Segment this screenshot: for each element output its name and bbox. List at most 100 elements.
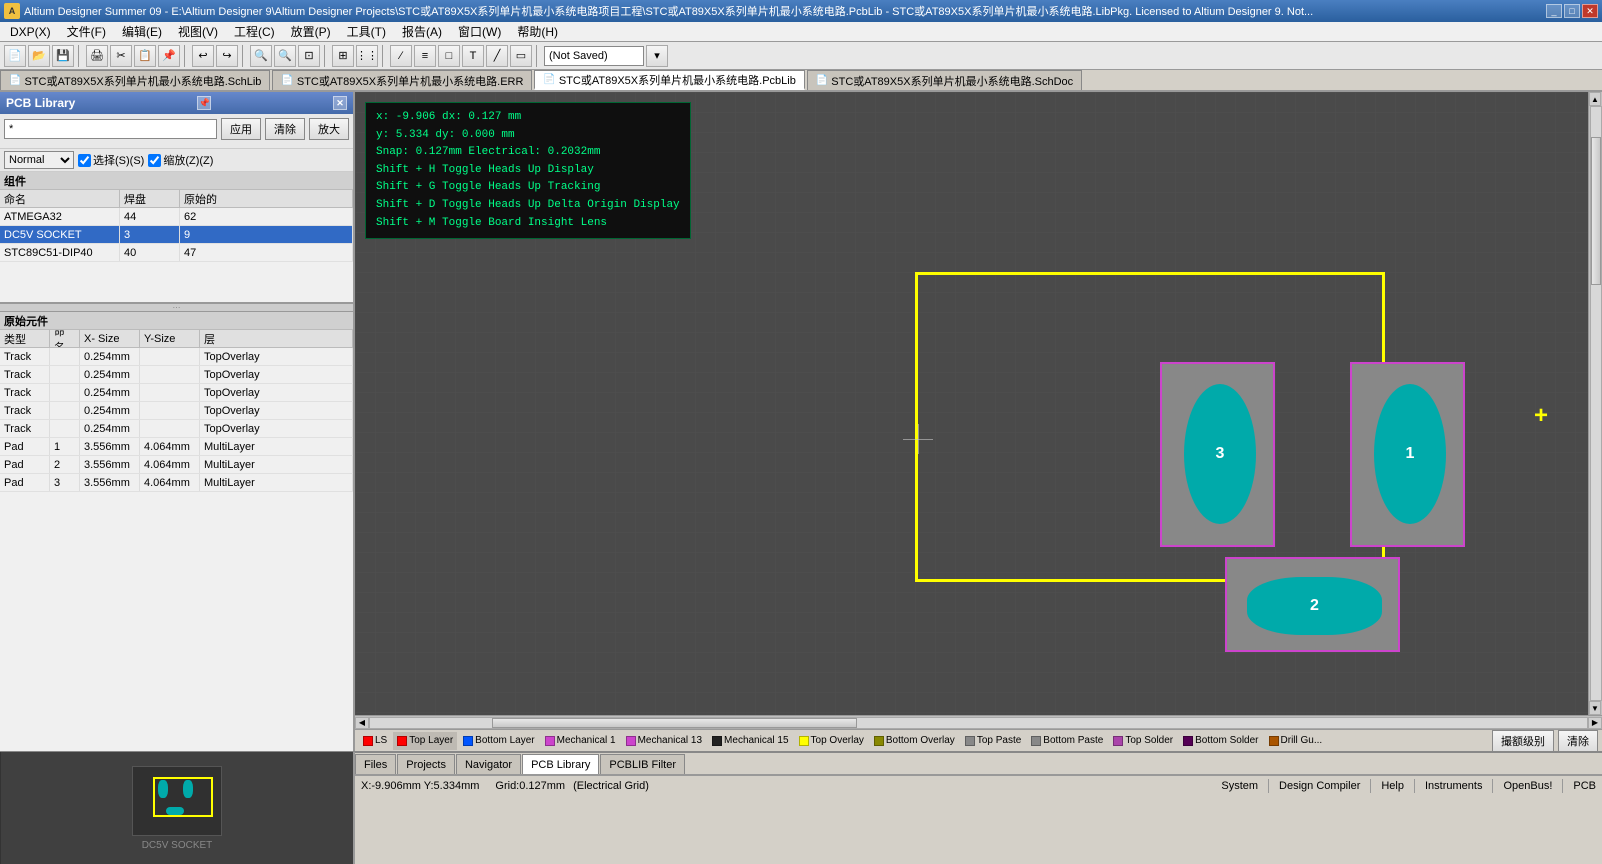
apply-button[interactable]: 应用 xyxy=(221,118,261,140)
layer-zoom-button[interactable]: 撮额级别 xyxy=(1492,730,1554,752)
status-design-compiler[interactable]: Design Compiler xyxy=(1279,780,1360,792)
window-controls[interactable]: _ □ ✕ xyxy=(1546,4,1598,18)
component-btn[interactable]: □ xyxy=(438,45,460,67)
menu-window[interactable]: 窗口(W) xyxy=(450,21,509,42)
tab-projects[interactable]: Projects xyxy=(397,754,455,774)
save-btn[interactable]: 💾 xyxy=(52,45,74,67)
status-system[interactable]: System xyxy=(1221,780,1258,792)
menu-dxp[interactable]: DXP(X) xyxy=(2,23,59,41)
layer-bottom-overlay[interactable]: Bottom Overlay xyxy=(870,732,959,750)
close-button[interactable]: ✕ xyxy=(1582,4,1598,18)
status-pcb[interactable]: PCB xyxy=(1573,780,1596,792)
layer-bottom-paste[interactable]: Bottom Paste xyxy=(1027,732,1107,750)
tab-navigator[interactable]: Navigator xyxy=(456,754,521,774)
zoom-fit-btn[interactable]: ⊡ xyxy=(298,45,320,67)
hscroll-right-button[interactable]: ▶ xyxy=(1588,717,1602,729)
rect-btn[interactable]: ▭ xyxy=(510,45,532,67)
tab-err[interactable]: 📄 STC或AT89X5X系列单片机最小系统电路.ERR xyxy=(272,70,532,90)
component-row-atmega32[interactable]: ATMEGA32 44 62 xyxy=(0,208,353,226)
tab-schdoc[interactable]: 📄 STC或AT89X5X系列单片机最小系统电路.SchDoc xyxy=(807,70,1082,90)
text-btn[interactable]: T xyxy=(462,45,484,67)
clear-button[interactable]: 清除 xyxy=(265,118,305,140)
zoom-button[interactable]: 放大 xyxy=(309,118,349,140)
copy-btn[interactable]: 📋 xyxy=(134,45,156,67)
layer-top-overlay[interactable]: Top Overlay xyxy=(795,732,868,750)
mode-select[interactable]: Normal xyxy=(4,151,74,169)
status-instruments[interactable]: Instruments xyxy=(1425,780,1482,792)
component-row-dc5v[interactable]: DC5V SOCKET 3 9 xyxy=(0,226,353,244)
not-saved-input[interactable] xyxy=(544,46,644,66)
component-row-stc89[interactable]: STC89C51-DIP40 40 47 xyxy=(0,244,353,262)
vscroll-track[interactable] xyxy=(1590,106,1602,701)
maximize-button[interactable]: □ xyxy=(1564,4,1580,18)
panel-close-button[interactable]: ✕ xyxy=(333,96,347,110)
tab-pcblib-filter[interactable]: PCBLIB Filter xyxy=(600,754,685,774)
prim-row-6[interactable]: Pad 2 3.556mm 4.064mm MultiLayer xyxy=(0,456,353,474)
vscroll-thumb[interactable] xyxy=(1591,137,1601,285)
paste-btn[interactable]: 📌 xyxy=(158,45,180,67)
tab-pcblib[interactable]: 📄 STC或AT89X5X系列单片机最小系统电路.PcbLib xyxy=(534,70,804,90)
vscroll-up-button[interactable]: ▲ xyxy=(1589,92,1601,106)
hscroll-thumb[interactable] xyxy=(492,718,857,728)
menu-file[interactable]: 文件(F) xyxy=(59,21,114,42)
cut-btn[interactable]: ✂ xyxy=(110,45,132,67)
open-btn[interactable]: 📂 xyxy=(28,45,50,67)
menu-help[interactable]: 帮助(H) xyxy=(509,21,566,42)
print-btn[interactable]: 🖨 xyxy=(86,45,108,67)
status-help[interactable]: Help xyxy=(1381,780,1404,792)
layer-ls[interactable]: LS xyxy=(359,732,391,750)
layer-drill-guide[interactable]: Drill Gu... xyxy=(1265,732,1327,750)
layer-mech15[interactable]: Mechanical 15 xyxy=(708,732,792,750)
schdoc-tab-icon: 📄 xyxy=(816,75,828,86)
layer-top[interactable]: Top Layer xyxy=(393,732,457,750)
bus-btn[interactable]: ≡ xyxy=(414,45,436,67)
zoom-checkbox[interactable] xyxy=(148,154,161,167)
primitive-resize-handle[interactable]: ⋯ xyxy=(0,304,353,312)
snap-btn[interactable]: ⊞ xyxy=(332,45,354,67)
status-openbus[interactable]: OpenBus! xyxy=(1503,780,1552,792)
wire-btn[interactable]: ∕ xyxy=(390,45,412,67)
tooltip-box: x: -9.906 dx: 0.127 mm y: 5.334 dy: 0.00… xyxy=(365,102,691,239)
dropdown-btn[interactable]: ▾ xyxy=(646,45,668,67)
layer-top-solder[interactable]: Top Solder xyxy=(1109,732,1177,750)
prim-row-4[interactable]: Track 0.254mm TopOverlay xyxy=(0,420,353,438)
grid-btn[interactable]: ⋮⋮ xyxy=(356,45,378,67)
menu-tools[interactable]: 工具(T) xyxy=(339,21,394,42)
prim-row-7[interactable]: Pad 3 3.556mm 4.064mm MultiLayer xyxy=(0,474,353,492)
prim-row-0[interactable]: Track 0.254mm TopOverlay xyxy=(0,348,353,366)
line-btn[interactable]: ╱ xyxy=(486,45,508,67)
menu-place[interactable]: 放置(P) xyxy=(283,21,339,42)
prim-row-1[interactable]: Track 0.254mm TopOverlay xyxy=(0,366,353,384)
layer-bottom[interactable]: Bottom Layer xyxy=(459,732,538,750)
component-pads-atmega32: 44 xyxy=(120,208,180,225)
yellow-bounding-rect xyxy=(915,272,1385,582)
menu-edit[interactable]: 编辑(E) xyxy=(114,21,170,42)
tab-schlib[interactable]: 📄 STC或AT89X5X系列单片机最小系统电路.SchLib xyxy=(0,70,270,90)
vscroll-down-button[interactable]: ▼ xyxy=(1589,701,1601,715)
layer-clear-button[interactable]: 清除 xyxy=(1558,730,1598,752)
tab-files[interactable]: Files xyxy=(355,754,396,774)
hscroll-track[interactable] xyxy=(369,717,1588,729)
redo-btn[interactable]: ↪ xyxy=(216,45,238,67)
menu-reports[interactable]: 报告(A) xyxy=(394,21,450,42)
tab-pcb-library[interactable]: PCB Library xyxy=(522,754,599,774)
zoom-out-btn[interactable]: 🔍 xyxy=(274,45,296,67)
zoom-in-btn[interactable]: 🔍 xyxy=(250,45,272,67)
layer-bottom-solder[interactable]: Bottom Solder xyxy=(1179,732,1262,750)
panel-pin-button[interactable]: 📌 xyxy=(197,96,211,110)
layer-mech1[interactable]: Mechanical 1 xyxy=(541,732,620,750)
menu-project[interactable]: 工程(C) xyxy=(226,21,283,42)
canvas-area[interactable]: x: -9.906 dx: 0.127 mm y: 5.334 dy: 0.00… xyxy=(355,92,1588,715)
new-btn[interactable]: 📄 xyxy=(4,45,26,67)
select-checkbox[interactable] xyxy=(78,154,91,167)
layer-mech13[interactable]: Mechanical 13 xyxy=(622,732,706,750)
prim-row-3[interactable]: Track 0.254mm TopOverlay xyxy=(0,402,353,420)
layer-top-paste[interactable]: Top Paste xyxy=(961,732,1025,750)
menu-view[interactable]: 视图(V) xyxy=(170,21,226,42)
hscroll-left-button[interactable]: ◀ xyxy=(355,717,369,729)
prim-row-5[interactable]: Pad 1 3.556mm 4.064mm MultiLayer xyxy=(0,438,353,456)
undo-btn[interactable]: ↩ xyxy=(192,45,214,67)
minimize-button[interactable]: _ xyxy=(1546,4,1562,18)
prim-row-2[interactable]: Track 0.254mm TopOverlay xyxy=(0,384,353,402)
search-input[interactable] xyxy=(4,119,217,139)
